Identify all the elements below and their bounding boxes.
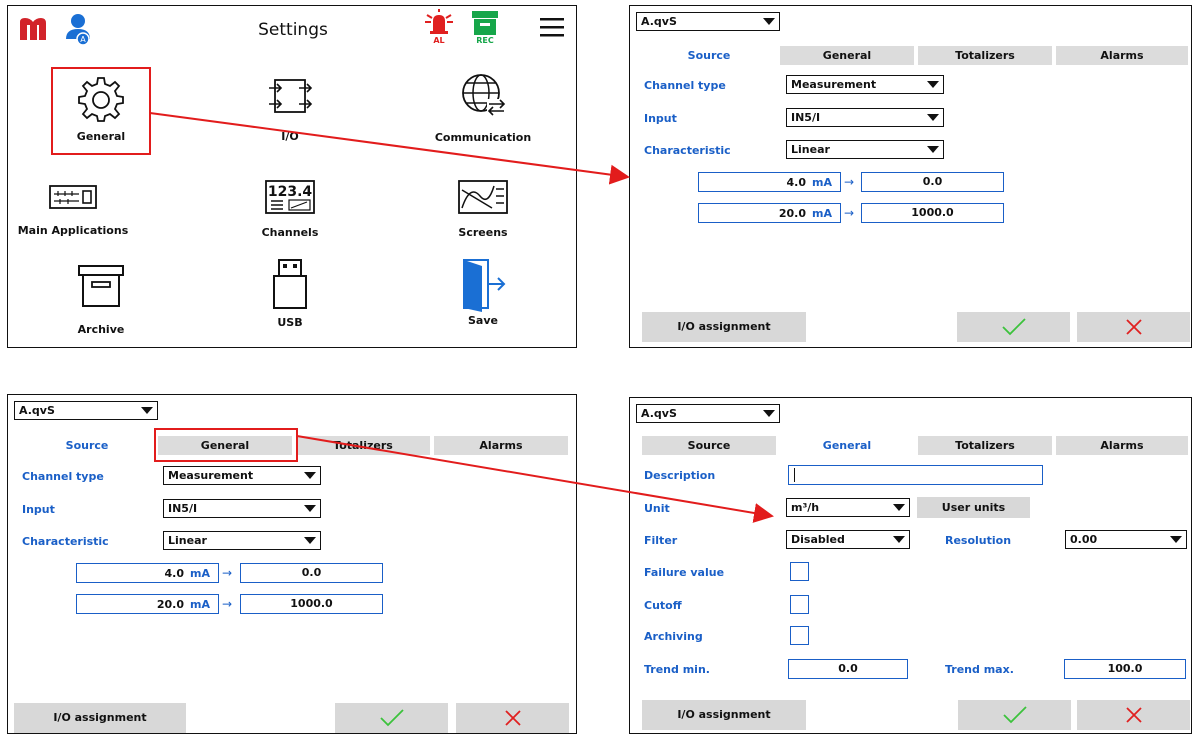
- arrow-general-to-source: [149, 112, 630, 185]
- connector-arrows: [149, 112, 774, 523]
- arrow-tab-to-general: [296, 435, 774, 523]
